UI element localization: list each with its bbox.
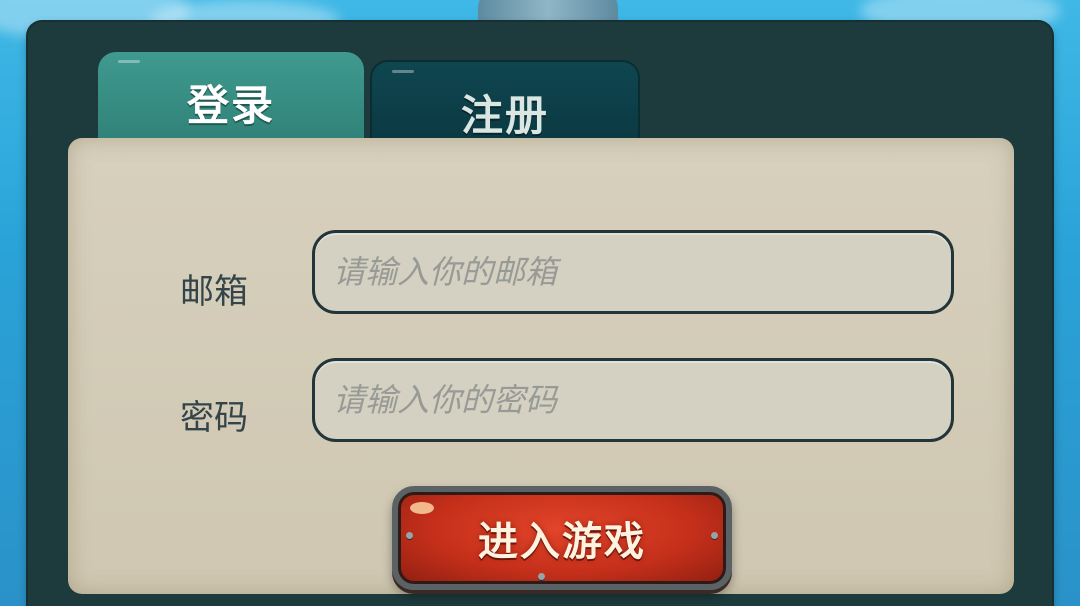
login-dialog: 注册 登录 邮箱 密码 进入游戏 [28, 22, 1052, 606]
bolt-icon [406, 532, 413, 539]
login-form-panel: 邮箱 密码 进入游戏 [68, 138, 1014, 594]
tab-register[interactable]: 注册 [370, 60, 640, 146]
tab-login-label: 登录 [186, 81, 275, 130]
tab-register-label: 注册 [460, 91, 549, 140]
enter-game-button[interactable]: 进入游戏 [392, 486, 732, 590]
password-field-frame [312, 358, 954, 442]
tab-login[interactable]: 登录 [98, 52, 364, 148]
tab-decoration [392, 70, 414, 73]
email-label: 邮箱 [180, 272, 248, 312]
email-input[interactable] [315, 233, 951, 311]
email-field-frame [312, 230, 954, 314]
password-input[interactable] [315, 361, 951, 439]
bolt-icon [711, 532, 718, 539]
button-highlight [410, 502, 434, 514]
game-login-screen: 注册 登录 邮箱 密码 进入游戏 [0, 0, 1080, 606]
enter-game-label: 进入游戏 [478, 519, 646, 565]
password-label: 密码 [180, 398, 248, 438]
tab-decoration [118, 60, 140, 63]
bolt-icon [538, 573, 545, 580]
